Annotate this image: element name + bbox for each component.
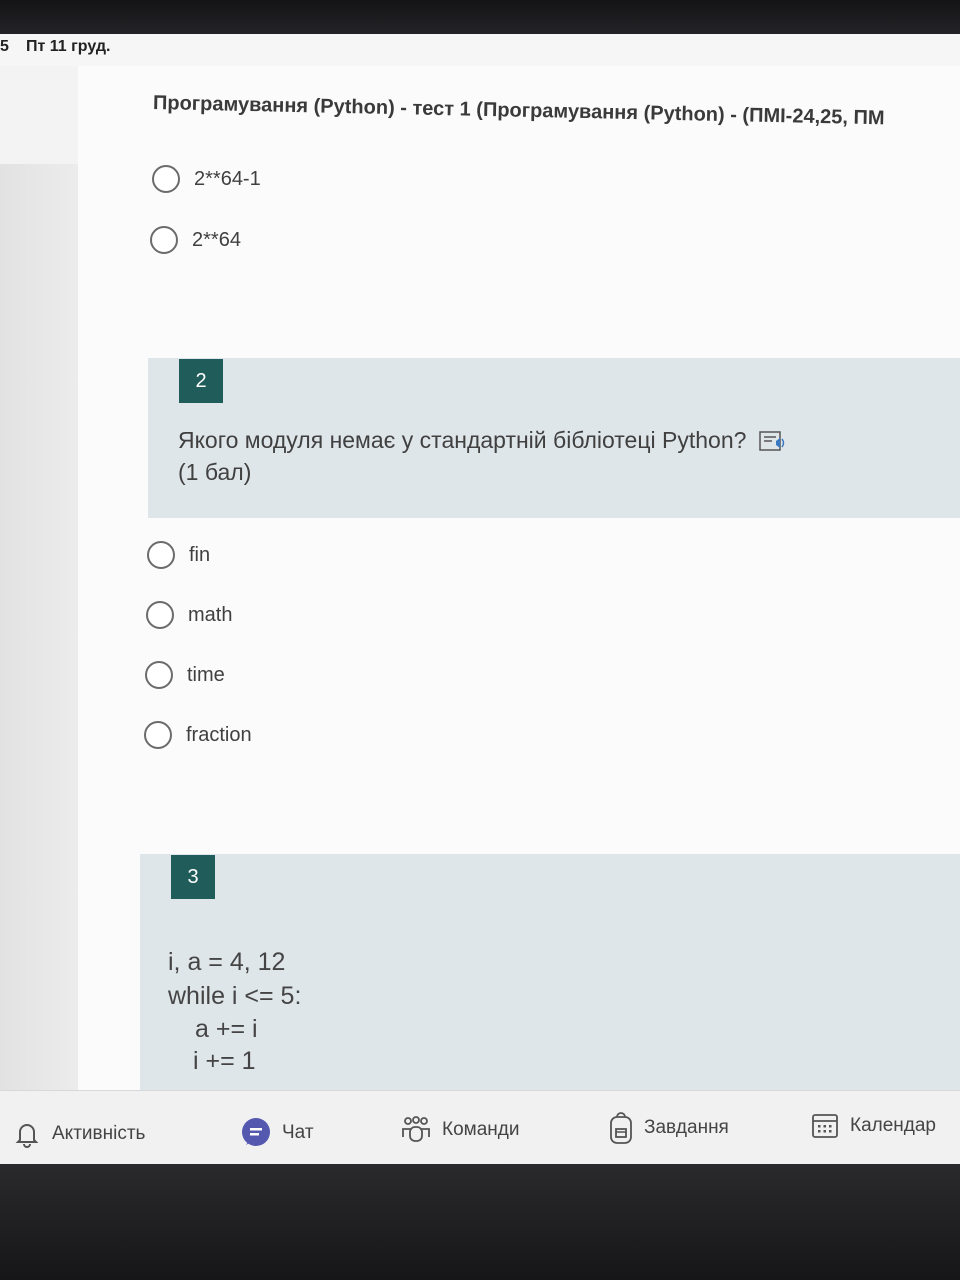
calendar-icon <box>812 1114 838 1138</box>
question-2-points: (1 бал) <box>178 459 252 485</box>
q2-option-time[interactable]: time <box>145 661 225 689</box>
option-label: math <box>188 603 233 626</box>
bell-icon <box>15 1124 39 1148</box>
bottom-nav-bar: Активність Чат Команди Завдання Календар <box>0 1090 960 1164</box>
option-label: fin <box>189 543 211 566</box>
code-line: i, a = 4, 12 <box>168 948 286 976</box>
status-bar: 5 Пт 11 груд. <box>0 34 960 66</box>
question-3-number: 3 <box>171 855 215 899</box>
status-date: Пт 11 груд. <box>26 38 111 55</box>
radio-button[interactable] <box>147 541 175 569</box>
nav-label: Календар <box>850 1115 937 1136</box>
q1-option-2[interactable]: 2**64 <box>150 226 241 254</box>
radio-button[interactable] <box>144 721 172 749</box>
radio-button[interactable] <box>150 226 178 254</box>
code-line: while i <= 5: <box>168 982 302 1010</box>
nav-teams[interactable]: Команди <box>400 1115 519 1145</box>
chat-icon <box>242 1118 270 1146</box>
nav-assignments[interactable]: Завдання <box>608 1111 729 1145</box>
nav-activity[interactable]: Активність <box>12 1119 145 1149</box>
radio-button[interactable] <box>152 165 180 193</box>
nav-calendar[interactable]: Календар <box>810 1111 936 1141</box>
device-bezel-bottom <box>0 1164 960 1280</box>
backpack-icon <box>610 1112 632 1144</box>
nav-label: Активність <box>52 1123 146 1144</box>
code-line: i += 1 <box>193 1047 256 1075</box>
left-margin-strip <box>0 164 78 1124</box>
teams-icon <box>402 1116 430 1142</box>
q2-option-fraction[interactable]: fraction <box>144 721 252 749</box>
option-label: 2**64-1 <box>194 167 261 190</box>
q1-option-1[interactable]: 2**64-1 <box>152 165 261 193</box>
option-label: 2**64 <box>192 228 241 251</box>
status-time: 5 <box>0 38 9 55</box>
q2-option-fin[interactable]: fin <box>147 541 210 569</box>
nav-chat[interactable]: Чат <box>240 1117 314 1149</box>
q2-option-math[interactable]: math <box>146 601 232 629</box>
option-label: fraction <box>186 723 252 746</box>
nav-label: Команди <box>442 1119 520 1140</box>
code-line: a += i <box>195 1015 258 1043</box>
nav-label: Завдання <box>644 1117 729 1138</box>
question-2-number: 2 <box>179 359 223 403</box>
option-label: time <box>187 663 225 686</box>
question-2-text: Якого модуля немає у стандартній бібліот… <box>178 424 878 488</box>
immersive-reader-icon[interactable] <box>758 429 788 455</box>
question-2-prompt: Якого модуля немає у стандартній бібліот… <box>178 427 747 453</box>
nav-label: Чат <box>282 1122 314 1143</box>
radio-button[interactable] <box>145 661 173 689</box>
radio-button[interactable] <box>146 601 174 629</box>
